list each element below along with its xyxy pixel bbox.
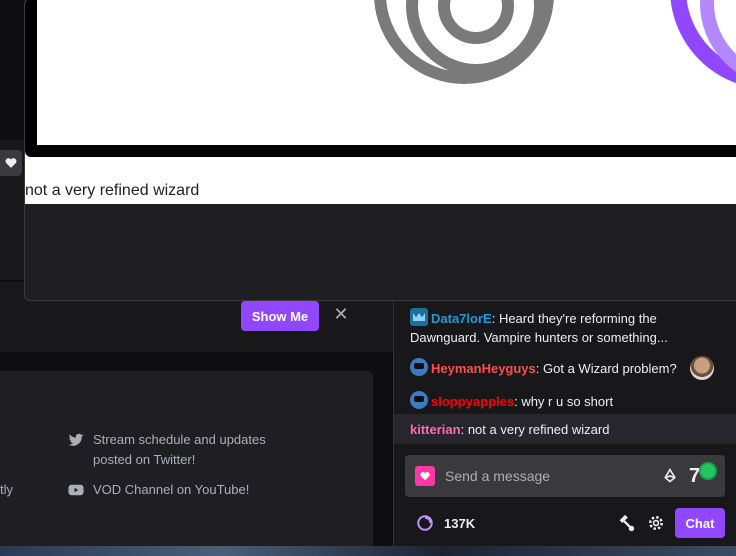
- hammer-icon[interactable]: [615, 512, 637, 534]
- gear-icon[interactable]: [645, 512, 667, 534]
- chat-message-text: not a very refined wizard: [464, 422, 610, 437]
- emote-picker-icon[interactable]: 7: [689, 463, 715, 489]
- heart-badge-icon[interactable]: [415, 466, 435, 486]
- stream-preview-frame: [25, 0, 736, 157]
- chat-message: Data7lorE: Heard they're reforming the D…: [410, 308, 722, 347]
- chat-message: sloppyapples: why r u so short: [410, 391, 722, 411]
- youtube-link-text: VOD Channel on YouTube!: [93, 482, 250, 497]
- chat-message: HeymanHeyguys: Got a Wizard problem?: [410, 356, 722, 380]
- face-emote-icon: [690, 356, 714, 380]
- overlay-content-area: not a very refined wizard: [25, 0, 736, 204]
- chat-username[interactable]: sloppyapples: [431, 394, 514, 409]
- chat-message-text: Got a Wizard problem?: [539, 361, 677, 376]
- left-background: [0, 0, 24, 140]
- twitter-icon: [67, 431, 85, 449]
- youtube-icon: [67, 481, 85, 499]
- chat-bottom-row: 137K Chat: [405, 508, 725, 538]
- bits-icon[interactable]: [661, 467, 679, 485]
- chat-username[interactable]: Data7lorE: [431, 311, 492, 326]
- chat-column: Data7lorE: Heard they're reforming the D…: [393, 282, 736, 556]
- twitter-link[interactable]: Stream schedule and updates posted on Tw…: [67, 430, 307, 470]
- overlay-caption: not a very refined wizard: [25, 182, 200, 199]
- chat-input-placeholder: Send a message: [445, 468, 551, 484]
- chat-username[interactable]: kitterian: [410, 422, 461, 437]
- twitter-link-text: Stream schedule and updates posted on Tw…: [93, 432, 266, 467]
- chat-message: kitterian: not a very refined wizard: [410, 420, 722, 439]
- crown-badge-icon: [410, 308, 428, 326]
- glitch-badge-icon: [410, 358, 428, 376]
- panel-edge-text: tly: [0, 482, 13, 497]
- purple-target-graphic: [670, 0, 736, 89]
- channel-points-icon[interactable]: [416, 514, 434, 532]
- chat-send-button[interactable]: Chat: [675, 508, 725, 538]
- background-image-strip: [0, 546, 736, 556]
- popup-overlay-card: not a very refined wizard: [24, 0, 736, 301]
- stream-preview-image: [37, 0, 736, 145]
- chat-input[interactable]: Send a message 7: [405, 455, 725, 497]
- close-icon[interactable]: ✕: [332, 303, 350, 325]
- chat-username[interactable]: HeymanHeyguys: [431, 361, 536, 376]
- gray-target-graphic: [374, 0, 554, 84]
- youtube-link[interactable]: VOD Channel on YouTube!: [67, 480, 307, 500]
- glitch-badge-icon: [410, 391, 428, 409]
- chat-message-text: why r u so short: [517, 394, 614, 409]
- show-me-button[interactable]: Show Me: [241, 301, 319, 331]
- follow-heart-icon[interactable]: [0, 150, 22, 176]
- channel-points-count[interactable]: 137K: [444, 516, 475, 531]
